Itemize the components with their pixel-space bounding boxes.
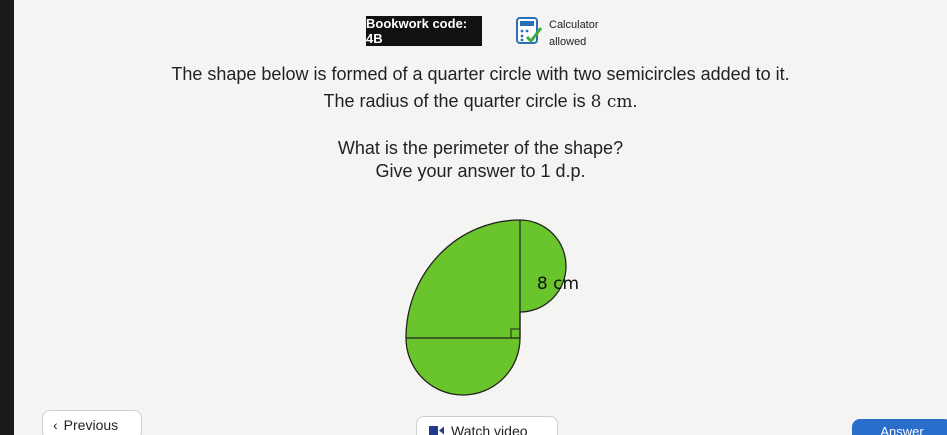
watch-video-label: Watch video bbox=[451, 423, 528, 435]
question-line-4: Give your answer to 1 d.p. bbox=[375, 161, 586, 181]
question-line-2: The radius of the quarter circle is 8 cm… bbox=[14, 90, 947, 113]
bookwork-code-badge: Bookwork code: 4B bbox=[366, 16, 482, 46]
screen: Bookwork code: 4B Calculator allowed The… bbox=[14, 0, 947, 435]
previous-label: Previous bbox=[63, 417, 119, 433]
calculator-status: Calculator allowed bbox=[549, 17, 599, 51]
calculator-label: Calculator bbox=[549, 19, 599, 31]
previous-button[interactable]: ‹ Previous bbox=[42, 410, 142, 435]
question-line-2-prefix: The radius of the quarter circle is bbox=[323, 91, 591, 111]
bookwork-code-text: Bookwork code: 4B bbox=[366, 16, 468, 46]
chevron-left-icon: ‹ bbox=[53, 417, 58, 433]
shape-figure: 8 cm bbox=[384, 210, 594, 410]
calculator-icon bbox=[516, 17, 543, 45]
radius-label: 8 cm bbox=[537, 274, 579, 294]
radius-value: 8 cm bbox=[590, 92, 633, 112]
question-line-2-suffix: . bbox=[632, 91, 638, 111]
question-line-3: What is the perimeter of the shape? bbox=[337, 138, 624, 158]
watch-video-button[interactable]: Watch video bbox=[416, 416, 558, 435]
calculator-allowed-label: allowed bbox=[549, 36, 587, 48]
answer-label: Answer bbox=[880, 424, 924, 435]
video-camera-icon bbox=[429, 423, 445, 435]
answer-button[interactable]: Answer bbox=[852, 419, 947, 435]
question-line-1: The shape below is formed of a quarter c… bbox=[171, 64, 790, 84]
composite-shape bbox=[405, 219, 567, 396]
